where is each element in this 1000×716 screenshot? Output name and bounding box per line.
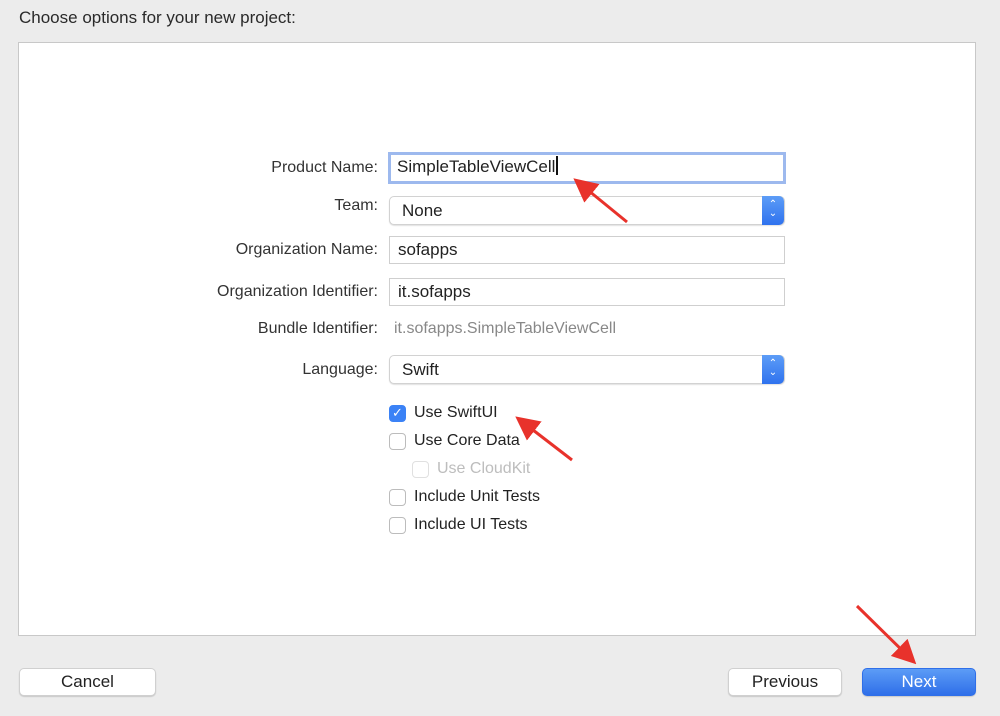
include-unit-tests-checkbox[interactable]: Include Unit Tests [389, 488, 540, 506]
checkbox-checked-icon: ✓ [389, 404, 406, 422]
text-caret [556, 156, 558, 175]
next-button[interactable]: Next [862, 668, 976, 696]
language-label: Language: [302, 361, 378, 378]
options-panel [18, 42, 976, 636]
checkbox-icon [412, 460, 429, 478]
checkbox-icon [389, 516, 406, 534]
use-cloudkit-checkbox: Use CloudKit [412, 460, 530, 478]
organization-identifier-label: Organization Identifier: [217, 283, 378, 300]
language-select[interactable]: Swift ⌃ ⌄ [389, 355, 785, 384]
bundle-identifier-label: Bundle Identifier: [257, 320, 378, 337]
product-name-field[interactable]: SimpleTableViewCell [388, 152, 786, 184]
organization-name-field[interactable]: sofapps [389, 236, 785, 264]
stepper-icon[interactable]: ⌃ ⌄ [762, 355, 784, 384]
bundle-identifier-value: it.sofapps.SimpleTableViewCell [394, 320, 617, 337]
previous-button[interactable]: Previous [728, 668, 842, 696]
product-name-value: SimpleTableViewCell [397, 157, 556, 176]
checkbox-icon [389, 488, 406, 506]
organization-identifier-field[interactable]: it.sofapps [389, 278, 785, 306]
team-label: Team: [334, 197, 378, 214]
cancel-button[interactable]: Cancel [19, 668, 156, 696]
page-title: Choose options for your new project: [19, 8, 296, 27]
stepper-icon[interactable]: ⌃ ⌄ [762, 196, 784, 225]
checkbox-label: Use CloudKit [437, 460, 531, 477]
checkbox-label: Use SwiftUI [414, 404, 498, 421]
team-select[interactable]: None ⌃ ⌄ [389, 196, 785, 225]
product-name-label: Product Name: [271, 159, 378, 176]
include-ui-tests-checkbox[interactable]: Include UI Tests [389, 516, 528, 534]
checkbox-icon [389, 432, 406, 450]
organization-name-label: Organization Name: [235, 241, 378, 258]
language-value: Swift [402, 360, 439, 379]
use-swiftui-checkbox[interactable]: ✓ Use SwiftUI [389, 404, 498, 422]
checkbox-label: Include UI Tests [414, 516, 528, 533]
use-core-data-checkbox[interactable]: Use Core Data [389, 432, 520, 450]
checkbox-label: Use Core Data [414, 432, 520, 449]
team-value: None [402, 201, 443, 220]
checkbox-label: Include Unit Tests [414, 488, 540, 505]
